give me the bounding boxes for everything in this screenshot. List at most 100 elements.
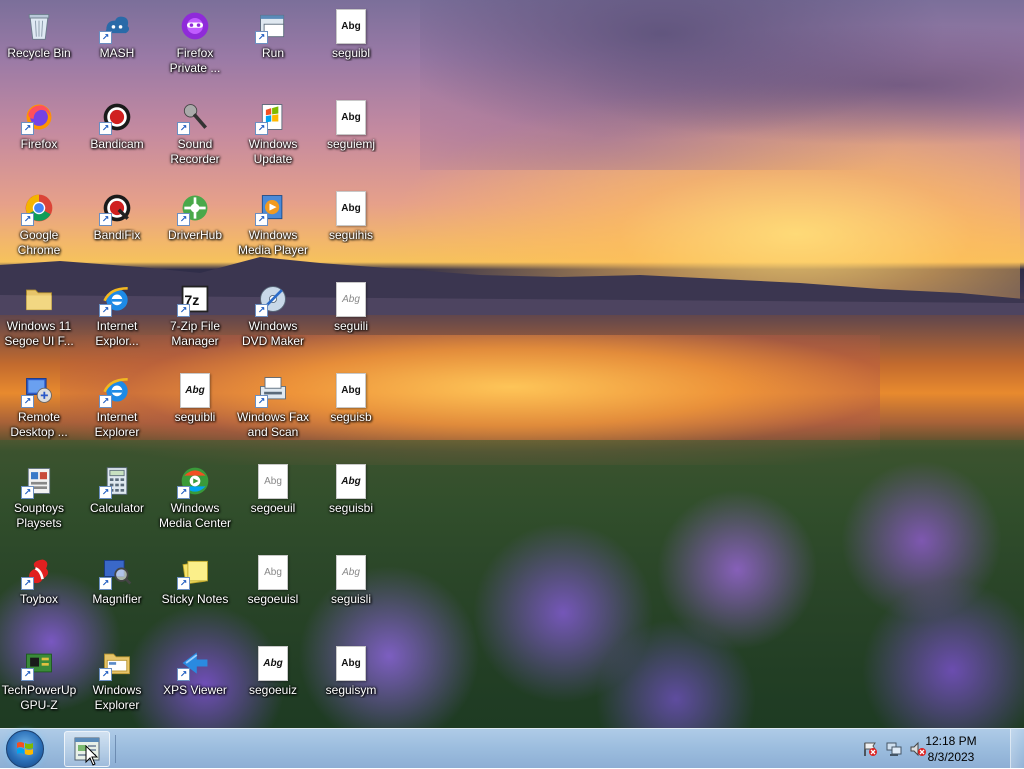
desktop-icon-magnifier[interactable]: ↗ Magnifier — [78, 550, 156, 634]
desktop-icon-seguisli[interactable]: Abg seguisli — [312, 550, 390, 634]
chrome-icon: ↗ — [21, 190, 57, 226]
desktop-icon-run[interactable]: ↗ Run — [234, 4, 312, 88]
desktop-icon-firefox-private[interactable]: Firefox Private ... — [156, 4, 234, 88]
media-center-icon: ↗ — [177, 463, 213, 499]
desktop-icon-mash[interactable]: ↗ MASH — [78, 4, 156, 88]
desktop-icon-label: Magnifier — [92, 592, 142, 606]
desktop-icon-seguiemj[interactable]: Abg seguiemj — [312, 95, 390, 179]
driverhub-icon: ↗ — [177, 190, 213, 226]
font-preview: Abg — [336, 372, 366, 408]
desktop-icon-windows-media-player[interactable]: ↗ Windows Media Player — [234, 186, 312, 270]
desktop-icon-calculator[interactable]: ↗ Calculator — [78, 459, 156, 543]
shortcut-arrow-icon: ↗ — [99, 577, 112, 590]
shortcut-arrow-icon: ↗ — [177, 304, 190, 317]
shortcut-arrow-icon: ↗ — [21, 668, 34, 681]
folder-icon — [21, 281, 57, 317]
desktop-icon-segoeuil[interactable]: Abg segoeuil — [234, 459, 312, 543]
clock-time[interactable]: 12:18 PM — [916, 734, 986, 748]
font-preview: Abg — [336, 99, 366, 135]
font-preview: Abg — [258, 645, 288, 681]
desktop-icon-remote-desktop[interactable]: ↗ Remote Desktop ... — [0, 368, 78, 452]
desktop-icon-label: Internet Explorer — [94, 410, 140, 439]
bandicam-icon: ↗ — [99, 99, 135, 135]
desktop-icon-label: Windows Fax and Scan — [236, 410, 310, 439]
desktop-icon-souptoys[interactable]: ↗ Souptoys Playsets — [0, 459, 78, 543]
desktop-icon-windows-explorer[interactable]: ↗ Windows Explorer — [78, 641, 156, 725]
desktop-icon-label: DriverHub — [167, 228, 222, 242]
desktop-icon-internet-explorer[interactable]: ↗ Internet Explorer — [78, 368, 156, 452]
desktop-icon-firefox[interactable]: ↗ Firefox — [0, 95, 78, 179]
font-preview: Abg — [258, 554, 288, 590]
font-preview: Abg — [180, 372, 210, 408]
show-desktop-button[interactable] — [1010, 729, 1024, 769]
desktop-icon-windows-fax-scan[interactable]: ↗ Windows Fax and Scan — [234, 368, 312, 452]
shortcut-arrow-icon: ↗ — [177, 577, 190, 590]
font-preview: Abg — [336, 281, 366, 317]
action-center-flag-icon[interactable] — [862, 741, 878, 757]
firefox-icon: ↗ — [21, 99, 57, 135]
desktop-icon-seguisbi[interactable]: Abg seguisbi — [312, 459, 390, 543]
desktop-icon-techpowerup-gpuz[interactable]: ↗ TechPowerUp GPU-Z — [0, 641, 78, 725]
desktop-icon-segoeuisl[interactable]: Abg segoeuisl — [234, 550, 312, 634]
gpuz-icon: ↗ — [21, 645, 57, 681]
desktop-icon-windows-update[interactable]: ↗ Windows Update — [234, 95, 312, 179]
desktop-icon-segoeuiz[interactable]: Abg segoeuiz — [234, 641, 312, 725]
clouds — [420, 0, 1024, 170]
shortcut-arrow-icon: ↗ — [99, 668, 112, 681]
desktop-icon-driverhub[interactable]: ↗ DriverHub — [156, 186, 234, 270]
desktop-icon-bandicam[interactable]: ↗ Bandicam — [78, 95, 156, 179]
shortcut-arrow-icon: ↗ — [99, 304, 112, 317]
desktop-icon-seguibl[interactable]: Abg seguibl — [312, 4, 390, 88]
font-file-icon: Abg — [333, 281, 369, 317]
desktop-icon-seguili[interactable]: Abg seguili — [312, 277, 390, 361]
shortcut-arrow-icon: ↗ — [99, 213, 112, 226]
desktop-icon-windows11-segoe[interactable]: Windows 11 Segoe UI F... — [0, 277, 78, 361]
desktop-icon-toybox[interactable]: ↗ Toybox — [0, 550, 78, 634]
desktop-icon-label: seguisym — [325, 683, 377, 697]
desktop-icon-seguisb[interactable]: Abg seguisb — [312, 368, 390, 452]
desktop-icon-google-chrome[interactable]: ↗ Google Chrome — [0, 186, 78, 270]
desktop-icon-label: Firefox Private ... — [169, 46, 221, 75]
desktop-icon-seguisym[interactable]: Abg seguisym — [312, 641, 390, 725]
desktop-icon-label: Google Chrome — [17, 228, 61, 257]
desktop-icon-label: Windows Update — [248, 137, 298, 166]
desktop-icon-sticky-notes[interactable]: ↗ Sticky Notes — [156, 550, 234, 634]
desktop-icon-bandifix[interactable]: ↗ BandiFix — [78, 186, 156, 270]
desktop-icon-windows-media-center[interactable]: ↗ Windows Media Center — [156, 459, 234, 543]
font-file-icon: Abg — [177, 372, 213, 408]
mash-icon: ↗ — [99, 8, 135, 44]
bandifix-icon: ↗ — [99, 190, 135, 226]
media-player-icon: ↗ — [255, 190, 291, 226]
font-preview: Abg — [258, 463, 288, 499]
desktop-icon-ie-explorer[interactable]: ↗ Internet Explor... — [78, 277, 156, 361]
desktop-icon-label: 7-Zip File Manager — [169, 319, 220, 348]
desktop-icon-label: seguihis — [328, 228, 374, 242]
shortcut-arrow-icon: ↗ — [99, 395, 112, 408]
shortcut-arrow-icon: ↗ — [21, 577, 34, 590]
font-file-icon: Abg — [255, 463, 291, 499]
desktop-icon-seguibli-2[interactable]: Abg seguibli — [156, 368, 234, 452]
desktop-icon-label: Windows Media Player — [237, 228, 309, 257]
network-icon[interactable] — [886, 741, 902, 757]
desktop-icon-xps-viewer[interactable]: ↗ XPS Viewer — [156, 641, 234, 725]
desktop-icon-windows-dvd-maker[interactable]: ↗ Windows DVD Maker — [234, 277, 312, 361]
desktop-icon-label: Recycle Bin — [7, 46, 71, 60]
start-button[interactable] — [6, 730, 44, 768]
shortcut-arrow-icon: ↗ — [255, 213, 268, 226]
desktop-icon-seguihis[interactable]: Abg seguihis — [312, 186, 390, 270]
desktop-icon-label: seguili — [333, 319, 369, 333]
shortcut-arrow-icon: ↗ — [177, 213, 190, 226]
windows-update-icon: ↗ — [255, 99, 291, 135]
magnifier-icon: ↗ — [99, 554, 135, 590]
font-file-icon: Abg — [255, 645, 291, 681]
clock-date[interactable]: 8/3/2023 — [916, 750, 986, 764]
shortcut-arrow-icon: ↗ — [99, 31, 112, 44]
desktop-icon-7zip[interactable]: 7z ↗ 7-Zip File Manager — [156, 277, 234, 361]
desktop-icon-label: Windows DVD Maker — [241, 319, 304, 348]
desktop-icon-label: seguisbi — [328, 501, 374, 515]
desktop-icon-recycle-bin[interactable]: Recycle Bin — [0, 4, 78, 88]
desktop-icon-sound-recorder[interactable]: ↗ Sound Recorder — [156, 95, 234, 179]
font-file-icon: Abg — [333, 463, 369, 499]
font-file-icon: Abg — [333, 554, 369, 590]
desktop-icon-label: Bandicam — [90, 137, 144, 151]
